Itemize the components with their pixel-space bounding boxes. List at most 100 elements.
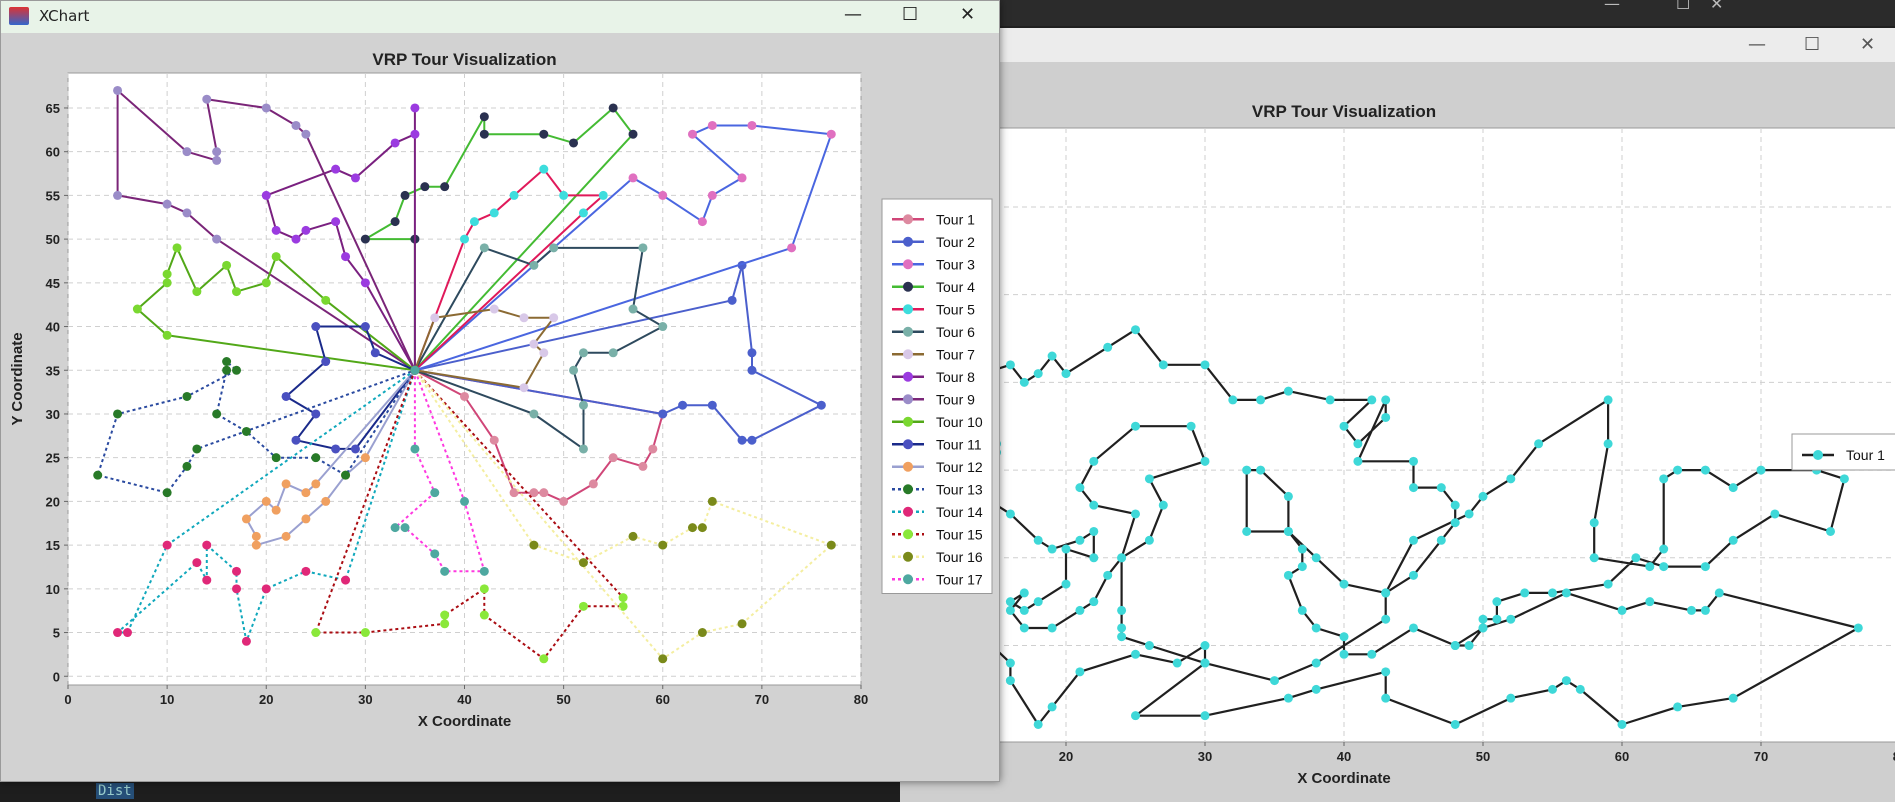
chart1-series-9-point	[182, 147, 192, 157]
chart2-series-1-point	[1033, 369, 1043, 379]
chart1-series-7-point	[519, 313, 529, 323]
chart1-series-10-point	[192, 287, 202, 297]
chart1-series-13-point	[113, 409, 123, 419]
chart1-series-6-point	[549, 243, 559, 253]
chart1-legend-marker	[903, 574, 913, 585]
chart1-series-14-point	[301, 566, 311, 576]
chart1-series-9-point	[212, 155, 222, 165]
chart1-series-7-point	[489, 304, 499, 314]
chart1-series-17-point	[390, 523, 400, 533]
chart1-series-16-point	[826, 540, 836, 550]
chart2-series-1-point	[1492, 597, 1502, 607]
chart2-x-tick-label: 70	[1754, 749, 1768, 764]
chart1-legend-marker	[903, 349, 913, 360]
chart2-series-1-point	[1728, 693, 1738, 703]
strip-maximize-icon[interactable]: ☐	[1676, 0, 1690, 13]
chart2-series-1-point	[1047, 351, 1057, 361]
chart1-legend: Tour 1 Tour 2 Tour 3 Tour 4 Tour 5 Tour 6 Tour…	[881, 198, 993, 594]
chart1-legend-marker	[903, 214, 913, 225]
strip-close-icon[interactable]: ✕	[1710, 0, 1723, 13]
chart1-legend-marker	[903, 551, 913, 562]
chart1-series-1-point	[460, 391, 469, 401]
chart1-x-tick-label: 10	[160, 692, 174, 707]
chart1-series-1-point	[638, 461, 648, 471]
chart2-series-1-point	[1603, 579, 1613, 589]
chart1-series-6-point	[628, 304, 638, 314]
chart2-series-1-point	[1853, 623, 1863, 633]
chart1-series-1-point	[648, 444, 658, 454]
chart2-legend-label: Tour 1	[1846, 447, 1885, 463]
minimize-button[interactable]: —	[844, 4, 862, 25]
chart2-series-1-point	[1353, 456, 1363, 466]
maximize-button[interactable]: ☐	[902, 4, 918, 25]
chart2-series-1-point	[1283, 570, 1293, 580]
chart1-legend-marker	[903, 484, 913, 495]
chart1-legend-label: Tour 9	[936, 391, 975, 407]
chart1-legend-label: Tour 4	[936, 279, 975, 295]
chart1-series-11-point	[370, 348, 380, 358]
chart1-legend-label: Tour 3	[936, 256, 975, 272]
background-maximize-button[interactable]: ☐	[1804, 34, 1820, 55]
taskbar-editor-text[interactable]: Dist	[96, 783, 134, 799]
chart2-series-1-point	[1826, 526, 1835, 536]
chart1-series-12-point	[281, 479, 291, 489]
chart1-series-13-point	[311, 453, 321, 463]
chart1-series-10-point	[261, 278, 271, 288]
strip-minimize-icon[interactable]: —	[1604, 0, 1620, 13]
chart1-series-4-point	[400, 190, 410, 200]
chart2-series-1-point	[1200, 360, 1210, 370]
chart2-series-1-point	[1478, 491, 1488, 501]
background-minimize-button[interactable]: —	[1748, 34, 1766, 55]
chart1-y-tick-label: 35	[46, 363, 60, 378]
chart1-y-tick-label: 25	[46, 451, 60, 466]
background-close-button[interactable]: ✕	[1860, 34, 1875, 55]
chart2-series-1-point	[1158, 500, 1168, 510]
chart1-legend-marker	[903, 529, 913, 540]
chart1-series-8-point	[390, 138, 400, 148]
chart2-series-1-point	[1700, 465, 1710, 475]
chart2-series-1-point	[1256, 395, 1266, 405]
chart1-series-14-point	[162, 540, 172, 550]
background-chart-window: — ☐ ✕ VRP Tour Visualization102030405060…	[900, 28, 1895, 802]
chart2-series-1-point	[1075, 667, 1085, 677]
chart2-series-1-point	[1033, 597, 1043, 607]
chart2-series-1-point	[1436, 483, 1446, 493]
chart2-series-1-point	[1019, 605, 1029, 615]
window-title: XChart	[39, 7, 90, 25]
chart1-legend-marker	[903, 326, 913, 337]
chart1-series-3-point	[658, 190, 668, 200]
xchart-app-icon	[9, 7, 29, 25]
chart1-legend-label: Tour 8	[936, 369, 975, 385]
chart1-legend-label: Tour 10	[936, 414, 983, 430]
chart1-legend-label: Tour 5	[936, 301, 975, 317]
chart2-series-1-point	[1381, 588, 1391, 598]
chart1-x-tick-label: 0	[64, 692, 71, 707]
chart1-y-tick-label: 5	[53, 626, 60, 641]
chart2-series-1-point	[1297, 605, 1307, 615]
chart1-series-5-point	[460, 234, 469, 244]
chart2-series-1-point	[1005, 597, 1015, 607]
chart1-series-13-point	[222, 357, 232, 367]
chart2-series-1-point	[1478, 614, 1488, 624]
chart2-series-1-point	[1172, 658, 1182, 668]
chart1-series-11-point	[350, 444, 360, 454]
chart1-series-2-point	[737, 435, 747, 445]
chart2-series-1-point	[1617, 605, 1627, 615]
chart2-series-1-point	[1589, 553, 1599, 563]
close-button[interactable]: ✕	[960, 4, 975, 25]
chart1-series-12-point	[311, 479, 321, 489]
chart1-series-6-point	[479, 243, 489, 253]
chart1-series-7-point	[529, 339, 539, 349]
chart2-x-tick-label: 20	[1059, 749, 1073, 764]
chart1-series-13-point	[222, 365, 232, 375]
window-titlebar[interactable]: XChart — ☐ ✕	[1, 1, 999, 33]
chart2-series-1-point	[1478, 623, 1488, 633]
chart2-series-1-point	[1061, 544, 1071, 554]
chart1-y-tick-label: 65	[46, 101, 60, 116]
chart1-series-6-point	[658, 322, 668, 332]
chart1-series-12-point	[261, 496, 271, 506]
chart2-series-1-point	[1450, 641, 1460, 651]
chart1-x-axis-title: X Coordinate	[418, 713, 511, 730]
chart1-series-4-point	[608, 103, 618, 113]
chart1-series-13-point	[182, 461, 192, 471]
